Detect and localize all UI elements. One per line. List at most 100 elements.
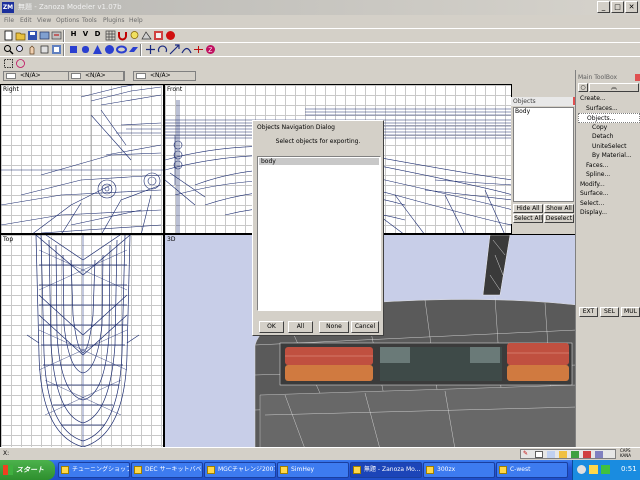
taskbar-button[interactable]: 無題 - Zanoza Mo... xyxy=(350,462,422,478)
minimize-button[interactable]: _ xyxy=(597,1,610,13)
toolbox-item[interactable]: By Material... xyxy=(578,151,640,161)
menu-plugins[interactable]: Plugins xyxy=(103,17,125,24)
taskbar-button[interactable]: DEC サーキットバベ... xyxy=(131,462,203,478)
bend-tool-icon[interactable] xyxy=(181,44,192,55)
new-file-icon[interactable] xyxy=(3,30,14,41)
render-icon[interactable] xyxy=(165,30,176,41)
magnet-icon[interactable] xyxy=(117,30,128,41)
grid-icon[interactable] xyxy=(105,30,116,41)
ime-pad-icon[interactable] xyxy=(571,451,579,458)
move-tool-icon[interactable] xyxy=(145,44,156,55)
toolbox-item[interactable]: Surface... xyxy=(578,189,640,199)
save-icon[interactable] xyxy=(27,30,38,41)
toolbox-item[interactable]: Faces... xyxy=(578,161,640,171)
plane-primitive-icon[interactable] xyxy=(128,44,139,55)
ext-button[interactable]: EXT xyxy=(579,307,598,317)
export-object-list[interactable]: body xyxy=(257,156,381,311)
tray-volume-icon[interactable] xyxy=(589,465,598,474)
cylinder-primitive-icon[interactable] xyxy=(80,44,91,55)
toolbox-item[interactable]: Detach xyxy=(578,132,640,142)
view-v-button[interactable]: V xyxy=(80,30,91,41)
menu-view[interactable]: View xyxy=(37,17,51,24)
pan-icon[interactable] xyxy=(27,44,38,55)
zoom-region-icon[interactable] xyxy=(15,44,26,55)
sel-button[interactable]: SEL xyxy=(600,307,619,317)
menu-options[interactable]: Options xyxy=(56,17,79,24)
taskbar-button[interactable]: SimHey xyxy=(277,462,349,478)
texture-icon[interactable] xyxy=(153,30,164,41)
menu-edit[interactable]: Edit xyxy=(20,17,32,24)
ime-icon[interactable]: ✎ xyxy=(523,450,528,457)
taskbar-button[interactable]: チューニングショップ... xyxy=(58,462,130,478)
toolbox-item[interactable]: Surfaces... xyxy=(578,104,640,114)
cone-primitive-icon[interactable] xyxy=(92,44,103,55)
taskbar-button[interactable]: C-west xyxy=(496,462,568,478)
objects-list[interactable]: Body xyxy=(513,107,574,202)
open-folder-icon[interactable] xyxy=(15,30,26,41)
toolbox-item[interactable]: UniteSelect xyxy=(578,142,640,152)
clock[interactable]: 0:51 xyxy=(621,465,637,473)
ime-dict-icon[interactable] xyxy=(547,451,555,458)
view-d-button[interactable]: D xyxy=(92,30,103,41)
light-icon[interactable] xyxy=(129,30,140,41)
app-icon[interactable]: ZM xyxy=(2,2,14,13)
select-region-icon[interactable] xyxy=(3,58,14,69)
ok-button[interactable]: OK xyxy=(259,321,284,333)
close-button[interactable]: ✕ xyxy=(625,1,638,13)
taskbar-button[interactable]: MGCチャレンジ2007 ... xyxy=(204,462,276,478)
toolbox-item[interactable]: Spline... xyxy=(578,170,640,180)
toolbox-item[interactable]: Display... xyxy=(578,208,640,218)
ime-mode-icon[interactable] xyxy=(535,451,543,458)
view-h-button[interactable]: H xyxy=(68,30,79,41)
deselect-button[interactable]: Deselect xyxy=(544,214,574,223)
viewport-combo-2[interactable]: <N/A> xyxy=(68,71,124,81)
viewport-combo-3[interactable]: <N/A> xyxy=(133,71,196,81)
none-button[interactable]: None xyxy=(319,321,349,333)
box-primitive-icon[interactable] xyxy=(68,44,79,55)
toolbox-item[interactable]: Modify... xyxy=(578,180,640,190)
hide-all-button[interactable]: Hide All xyxy=(513,204,543,213)
taskbar-button[interactable]: 300zx xyxy=(423,462,495,478)
plugin-z-icon[interactable]: Z xyxy=(205,44,216,55)
toolbox-pin-icon[interactable]: ○ xyxy=(578,83,588,92)
toolbox-item[interactable]: Select... xyxy=(578,199,640,209)
torus-primitive-icon[interactable] xyxy=(116,44,127,55)
toolbar-create: Z xyxy=(0,42,640,56)
export-icon[interactable] xyxy=(51,30,62,41)
select-circle-icon[interactable] xyxy=(15,58,26,69)
mul-button[interactable]: MUL xyxy=(621,307,640,317)
objects-list-item[interactable]: Body xyxy=(514,108,573,116)
select-all-button[interactable]: Select All xyxy=(513,214,543,223)
fit-view-icon[interactable] xyxy=(51,44,62,55)
rotate-view-icon[interactable] xyxy=(39,44,50,55)
start-button[interactable]: スタート xyxy=(0,460,55,480)
toolbox-close-icon[interactable] xyxy=(635,74,640,81)
menu-file[interactable]: File xyxy=(4,17,14,24)
toolbox-item[interactable]: Objects... xyxy=(578,113,640,123)
mirror-tool-icon[interactable] xyxy=(193,44,204,55)
tray-network-icon[interactable] xyxy=(577,465,586,474)
toolbox-item[interactable]: Create... xyxy=(578,94,640,104)
viewport-right[interactable]: Right xyxy=(0,84,164,234)
maximize-button[interactable]: □ xyxy=(611,1,624,13)
cancel-button[interactable]: Cancel xyxy=(351,321,379,333)
all-button[interactable]: All xyxy=(288,321,313,333)
ime-tool-icon[interactable] xyxy=(559,451,567,458)
ime-toolbar[interactable]: ✎ xyxy=(520,449,616,459)
ime-help-icon[interactable] xyxy=(583,451,591,458)
zoom-icon[interactable] xyxy=(3,44,14,55)
toolbox-item[interactable]: Copy xyxy=(578,123,640,133)
list-item-body[interactable]: body xyxy=(259,158,379,165)
menu-help[interactable]: Help xyxy=(129,17,143,24)
import-icon[interactable] xyxy=(39,30,50,41)
snap-icon[interactable] xyxy=(141,30,152,41)
scale-tool-icon[interactable] xyxy=(169,44,180,55)
rotate-tool-icon[interactable] xyxy=(157,44,168,55)
sphere-primitive-icon[interactable] xyxy=(104,44,115,55)
show-all-button[interactable]: Show All xyxy=(544,204,574,213)
tray-app-icon[interactable] xyxy=(601,465,610,474)
viewport-top[interactable]: Top xyxy=(0,234,164,448)
toolbox-collapse-button[interactable]: ︽ xyxy=(589,83,639,92)
ime-option-icon[interactable] xyxy=(595,451,603,458)
menu-tools[interactable]: Tools xyxy=(82,17,97,24)
